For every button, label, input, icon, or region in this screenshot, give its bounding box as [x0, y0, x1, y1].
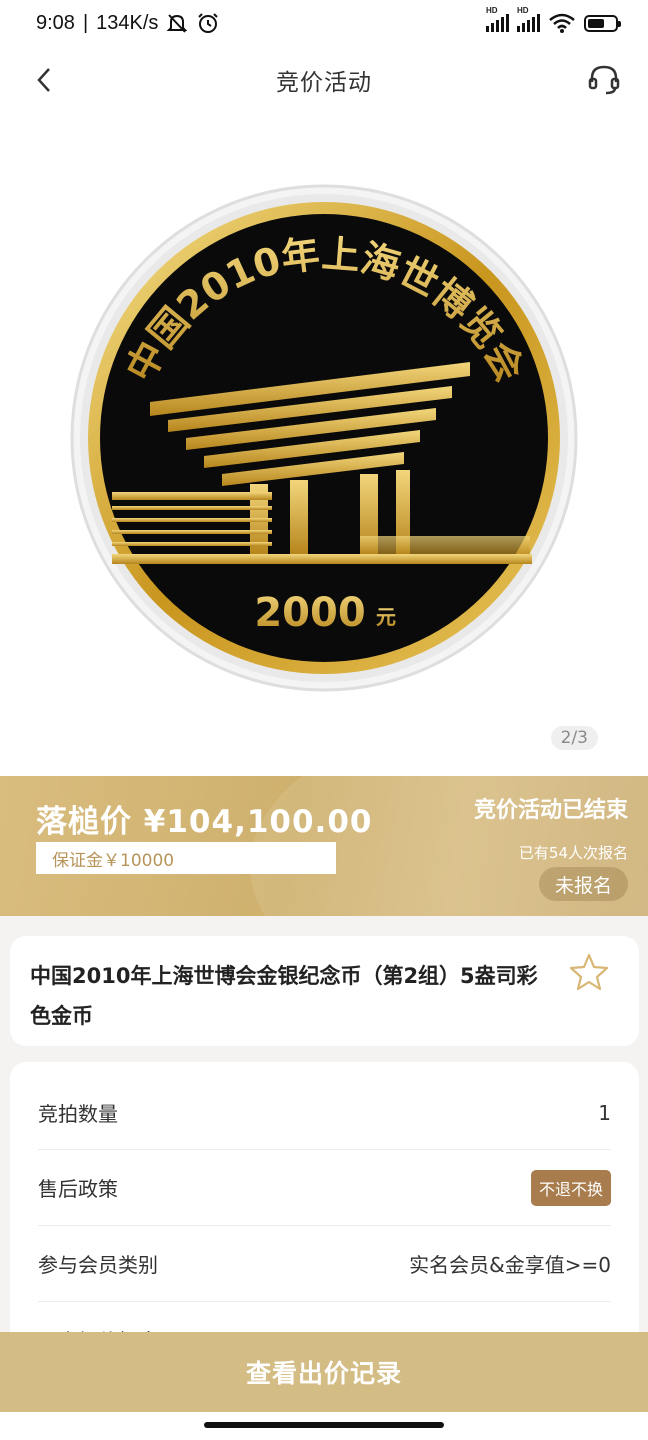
hammer-price: 落槌价 ¥104,100.00	[36, 796, 372, 841]
price-banner: 落槌价 ¥104,100.00 保证金￥10000 竞价活动已结束 已有54人次…	[0, 776, 648, 916]
bell-off-icon	[166, 14, 188, 33]
registration-status-button[interactable]: 未报名	[538, 867, 628, 901]
detail-row-member-type: 参与会员类别 实名会员&金享值>=0	[38, 1226, 611, 1302]
signal-icon: HD	[486, 6, 509, 32]
hd-label: HD	[486, 6, 498, 15]
deposit-info: 保证金￥10000	[36, 842, 336, 874]
detail-label: 参与会员类别	[38, 1253, 158, 1277]
chevron-left-icon	[37, 68, 50, 92]
home-indicator-area	[0, 1412, 648, 1440]
status-right: HD HD	[486, 6, 621, 34]
signal-icon: HD	[517, 6, 540, 32]
image-gallery[interactable]: 中国2010年上海世博览会 2000 元 2/3	[0, 114, 648, 776]
signup-count: 已有54人次报名	[518, 844, 628, 862]
image-pager: 2/3	[550, 726, 598, 750]
item-title: 中国2010年上海世博会金银纪念币（第2组）5盎司彩色金币	[30, 964, 538, 1028]
detail-label: 竞拍数量	[38, 1102, 118, 1126]
auction-status: 竞价活动已结束	[473, 798, 628, 823]
star-icon	[569, 953, 609, 991]
detail-value: 1	[598, 1100, 611, 1125]
home-indicator[interactable]	[204, 1422, 444, 1428]
coin-image: 中国2010年上海世博览会 2000 元	[70, 184, 578, 692]
status-time: 9:08	[36, 11, 75, 34]
view-bid-records-button[interactable]: 查看出价记录	[0, 1332, 648, 1412]
detail-row-after-sale: 售后政策 不退不换	[38, 1150, 611, 1226]
detail-label: 售后政策	[38, 1177, 118, 1201]
customer-service-button[interactable]	[582, 58, 626, 102]
favorite-button[interactable]	[569, 952, 609, 992]
page-title: 竞价活动	[276, 70, 372, 96]
hammer-price-label: 落槌价	[36, 804, 132, 840]
coin-denomination: 2000	[254, 590, 365, 636]
net-speed: 134K/s	[96, 11, 159, 34]
hd-label: HD	[517, 6, 529, 15]
hammer-price-value: ¥104,100.00	[143, 804, 373, 840]
wifi-icon	[549, 13, 575, 33]
detail-value: 实名会员&金享值>=0	[409, 1253, 611, 1277]
policy-tag: 不退不换	[530, 1169, 611, 1206]
coin-unit: 元	[376, 605, 396, 629]
item-title-card: 中国2010年上海世博会金银纪念币（第2组）5盎司彩色金币	[10, 936, 639, 1046]
headset-icon	[588, 65, 620, 95]
battery-icon	[584, 14, 621, 32]
nav-header: 竞价活动	[0, 46, 648, 114]
detail-row-quantity: 竞拍数量 1	[38, 1062, 611, 1150]
status-left: 9:08 | 134K/s	[36, 11, 220, 35]
status-divider: |	[82, 11, 89, 34]
alarm-icon	[198, 13, 219, 33]
back-button[interactable]	[24, 60, 64, 100]
status-bar: 9:08 | 134K/s HD HD	[0, 0, 648, 46]
